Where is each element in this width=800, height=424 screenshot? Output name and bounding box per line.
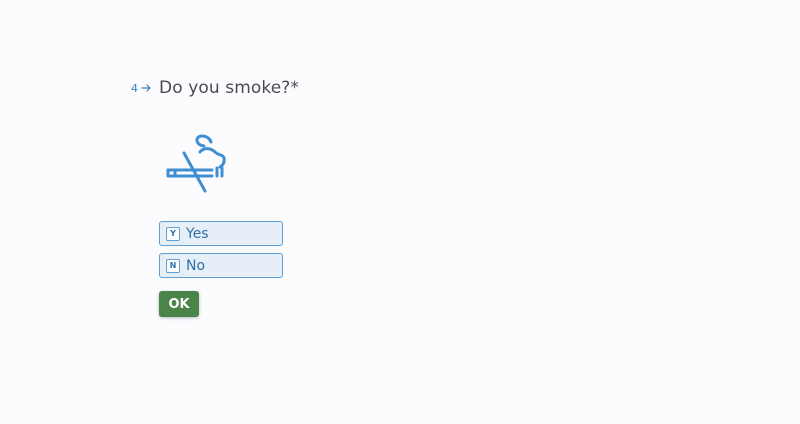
question-number-text: 4: [131, 81, 138, 95]
arrow-right-icon: [141, 84, 151, 92]
choice-yes[interactable]: Y Yes: [159, 221, 283, 246]
question-title: Do you smoke?*: [159, 78, 299, 98]
no-smoking-icon: [166, 134, 226, 193]
ok-button[interactable]: OK: [159, 291, 199, 317]
choice-no[interactable]: N No: [159, 253, 283, 278]
choice-label-yes: Yes: [186, 225, 209, 242]
choice-label-no: No: [186, 257, 206, 274]
question-number: 4: [131, 82, 159, 95]
choice-key-yes: Y: [166, 226, 180, 241]
choice-key-no: N: [166, 258, 180, 273]
question-header: 4 Do you smoke?*: [131, 78, 299, 98]
